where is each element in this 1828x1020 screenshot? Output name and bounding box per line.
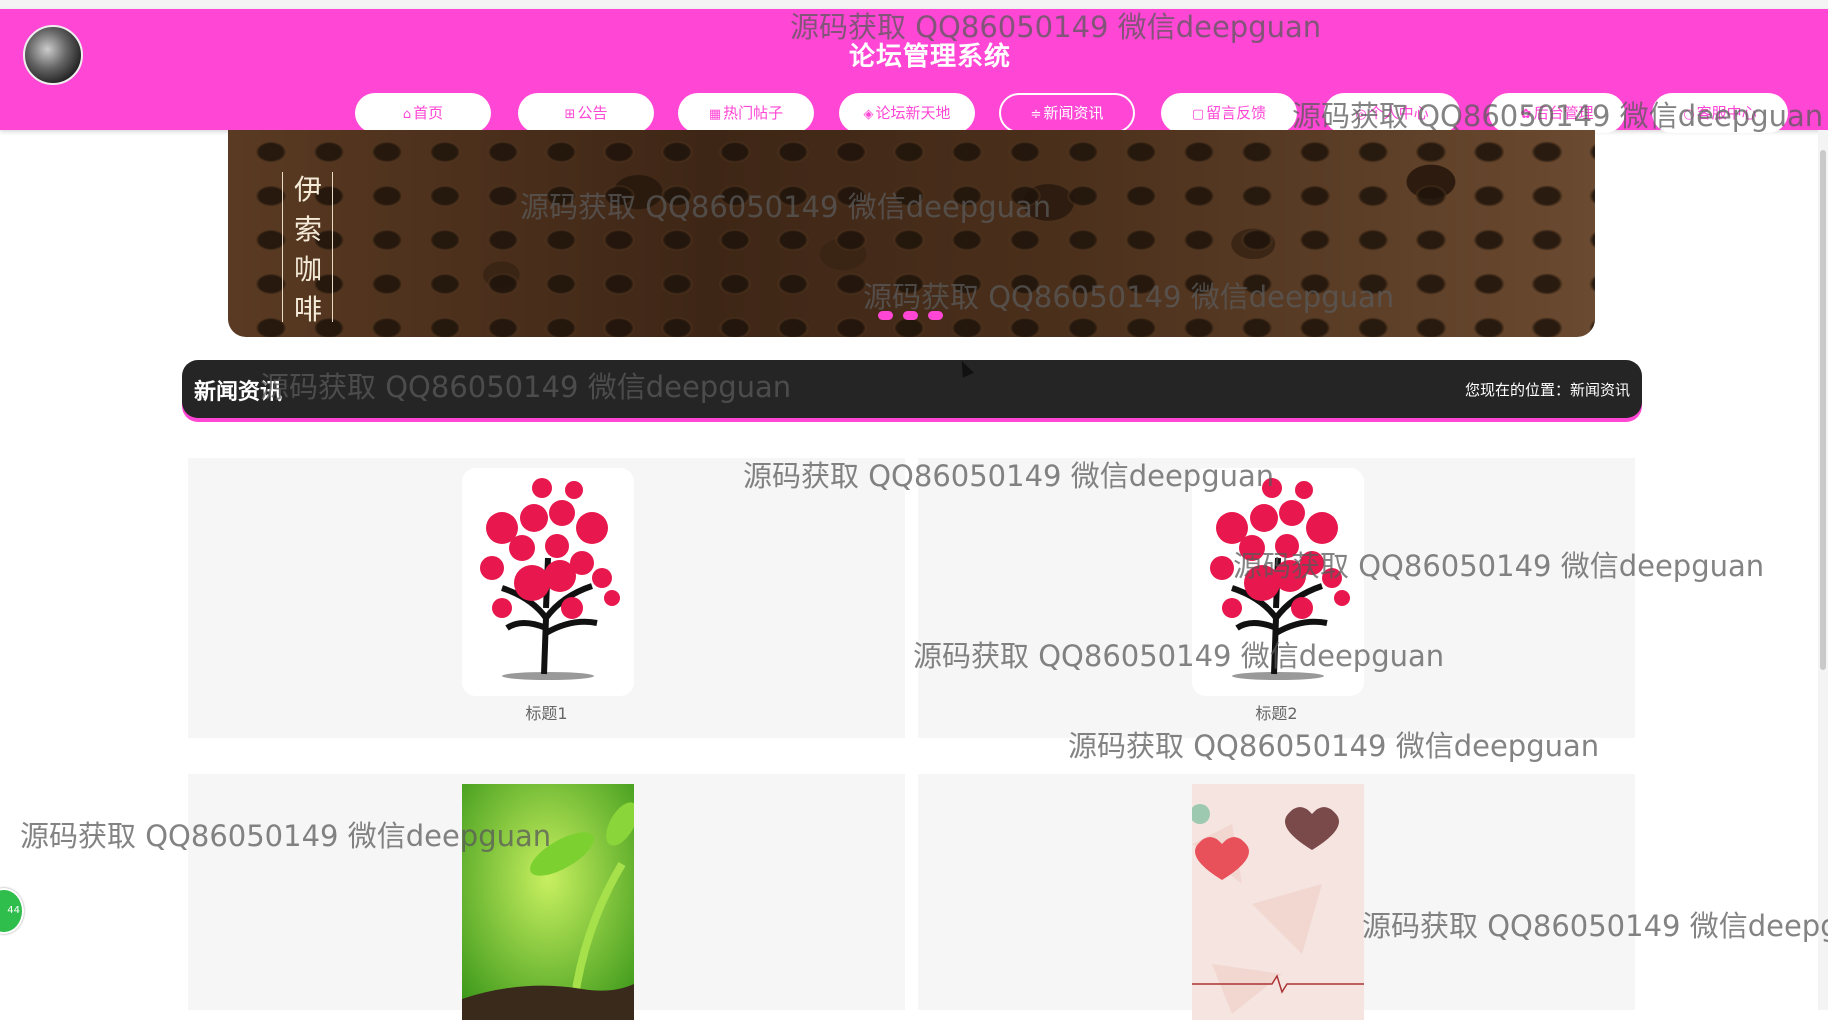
- nav-admin[interactable]: ✿ 后台管理: [1489, 93, 1625, 133]
- nav-feedback[interactable]: ▢ 留言反馈: [1161, 93, 1297, 133]
- heart-tree-image: [462, 468, 634, 696]
- nav-notice[interactable]: ⊞ 公告: [518, 93, 654, 133]
- browser-top-strip: [0, 0, 1828, 9]
- carousel-dots: [878, 305, 953, 324]
- nav-hot-posts[interactable]: ▦ 热门帖子: [678, 93, 814, 133]
- nav-service[interactable]: ○ 客服中心: [1652, 93, 1788, 133]
- search-icon: ○: [1683, 107, 1695, 122]
- hearts-pattern-image: [1192, 784, 1364, 1020]
- carousel-dot[interactable]: [903, 311, 918, 320]
- section-title: 新闻资讯: [194, 380, 283, 405]
- news-card[interactable]: 标题2: [918, 458, 1635, 738]
- banner-caption: 伊索咖啡: [293, 173, 322, 326]
- news-card[interactable]: [918, 774, 1635, 1020]
- heart-tree-image: [1192, 468, 1364, 696]
- breadcrumb: 您现在的位置：新闻资讯: [1464, 381, 1630, 399]
- banner-carousel[interactable]: 伊索咖啡: [228, 130, 1595, 337]
- news-title[interactable]: 标题2: [918, 700, 1635, 724]
- site-header: 论坛管理系统 ⌂ 首页 ⊞ 公告 ▦ 热门帖子 ◈ 论坛新天地 ≑ 新闻资讯 ▢ 留言反馈 …: [0, 9, 1828, 133]
- note-icon: ▢: [1191, 107, 1205, 122]
- banner-divider: [282, 172, 283, 322]
- news-title[interactable]: 标题1: [188, 700, 905, 724]
- banner-divider: [332, 172, 333, 322]
- floating-chat-badge[interactable]: 44: [0, 888, 24, 934]
- user-icon: ◎: [1355, 107, 1367, 122]
- scrollbar[interactable]: [1818, 130, 1828, 1010]
- section-header: 新闻资讯 您现在的位置：新闻资讯: [182, 360, 1642, 418]
- grid-icon: ▦: [708, 107, 722, 122]
- sprout-image: [462, 784, 634, 1020]
- nav-news[interactable]: ≑ 新闻资讯: [999, 93, 1135, 133]
- book-icon: ⊞: [564, 107, 576, 122]
- nav-profile[interactable]: ◎ 个人中心: [1324, 93, 1460, 133]
- news-card[interactable]: 标题1: [188, 458, 905, 738]
- sliders-icon: ≑: [1030, 107, 1042, 122]
- home-icon: ⌂: [402, 107, 412, 122]
- gear-icon: ✿: [1520, 107, 1532, 122]
- carousel-dot[interactable]: [878, 311, 893, 320]
- carousel-dot[interactable]: [928, 311, 943, 320]
- nav-forum[interactable]: ◈ 论坛新天地: [839, 93, 975, 133]
- news-card[interactable]: [188, 774, 905, 1020]
- site-title: 论坛管理系统: [848, 42, 1011, 72]
- main-nav: ⌂ 首页 ⊞ 公告 ▦ 热门帖子 ◈ 论坛新天地 ≑ 新闻资讯 ▢ 留言反馈 ◎ 个人中心 ✿…: [0, 93, 1828, 135]
- nav-home[interactable]: ⌂ 首页: [355, 93, 491, 133]
- scrollbar-thumb[interactable]: [1820, 150, 1826, 670]
- cube-icon: ◈: [863, 107, 874, 122]
